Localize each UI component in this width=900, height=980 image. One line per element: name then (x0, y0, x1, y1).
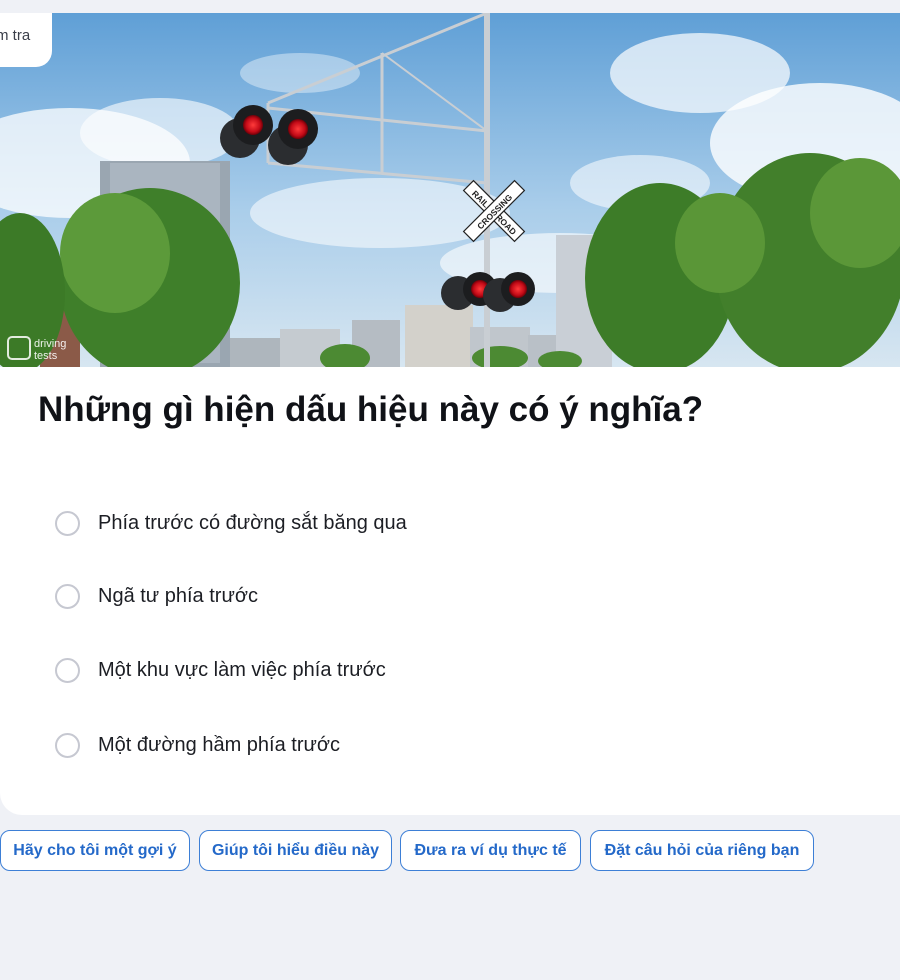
railroad-crossing-illustration: RAIL ROAD CROSSING driving tests (0, 13, 900, 367)
answer-option-3[interactable]: Một khu vực làm việc phía trước (55, 655, 386, 685)
answer-option-label: Phía trước có đường sắt băng qua (98, 511, 407, 534)
answer-option-label: Ngã tư phía trước (98, 584, 258, 607)
real-example-button[interactable]: Đưa ra ví dụ thực tế (400, 830, 581, 871)
question-title: Những gì hiện dấu hiệu này có ý nghĩa? (38, 390, 704, 429)
answer-option-label: Một khu vực làm việc phía trước (98, 658, 386, 681)
answer-option-1[interactable]: Phía trước có đường sắt băng qua (55, 508, 407, 538)
question-image: RAIL ROAD CROSSING driving tests (0, 13, 900, 367)
answer-option-2[interactable]: Ngã tư phía trước (55, 581, 258, 611)
test-tab-chip[interactable]: m tra (0, 13, 52, 67)
watermark-line2: tests (34, 350, 58, 362)
hint-button[interactable]: Hãy cho tôi một gợi ý (0, 830, 190, 871)
radio-button-icon[interactable] (55, 657, 80, 683)
radio-button-icon[interactable] (55, 583, 80, 609)
ask-own-question-button[interactable]: Đặt câu hỏi của riêng bạn (590, 830, 814, 871)
test-tab-label: m tra (0, 27, 31, 44)
explain-button[interactable]: Giúp tôi hiểu điều này (199, 830, 392, 871)
ai-help-actions: Hãy cho tôi một gợi ý Giúp tôi hiểu điều… (0, 830, 900, 871)
watermark-line1: driving (34, 338, 66, 350)
answer-option-label: Một đường hầm phía trước (98, 733, 340, 756)
radio-button-icon[interactable] (55, 732, 80, 758)
answer-option-4[interactable]: Một đường hầm phía trước (55, 730, 340, 760)
radio-button-icon[interactable] (55, 510, 80, 536)
